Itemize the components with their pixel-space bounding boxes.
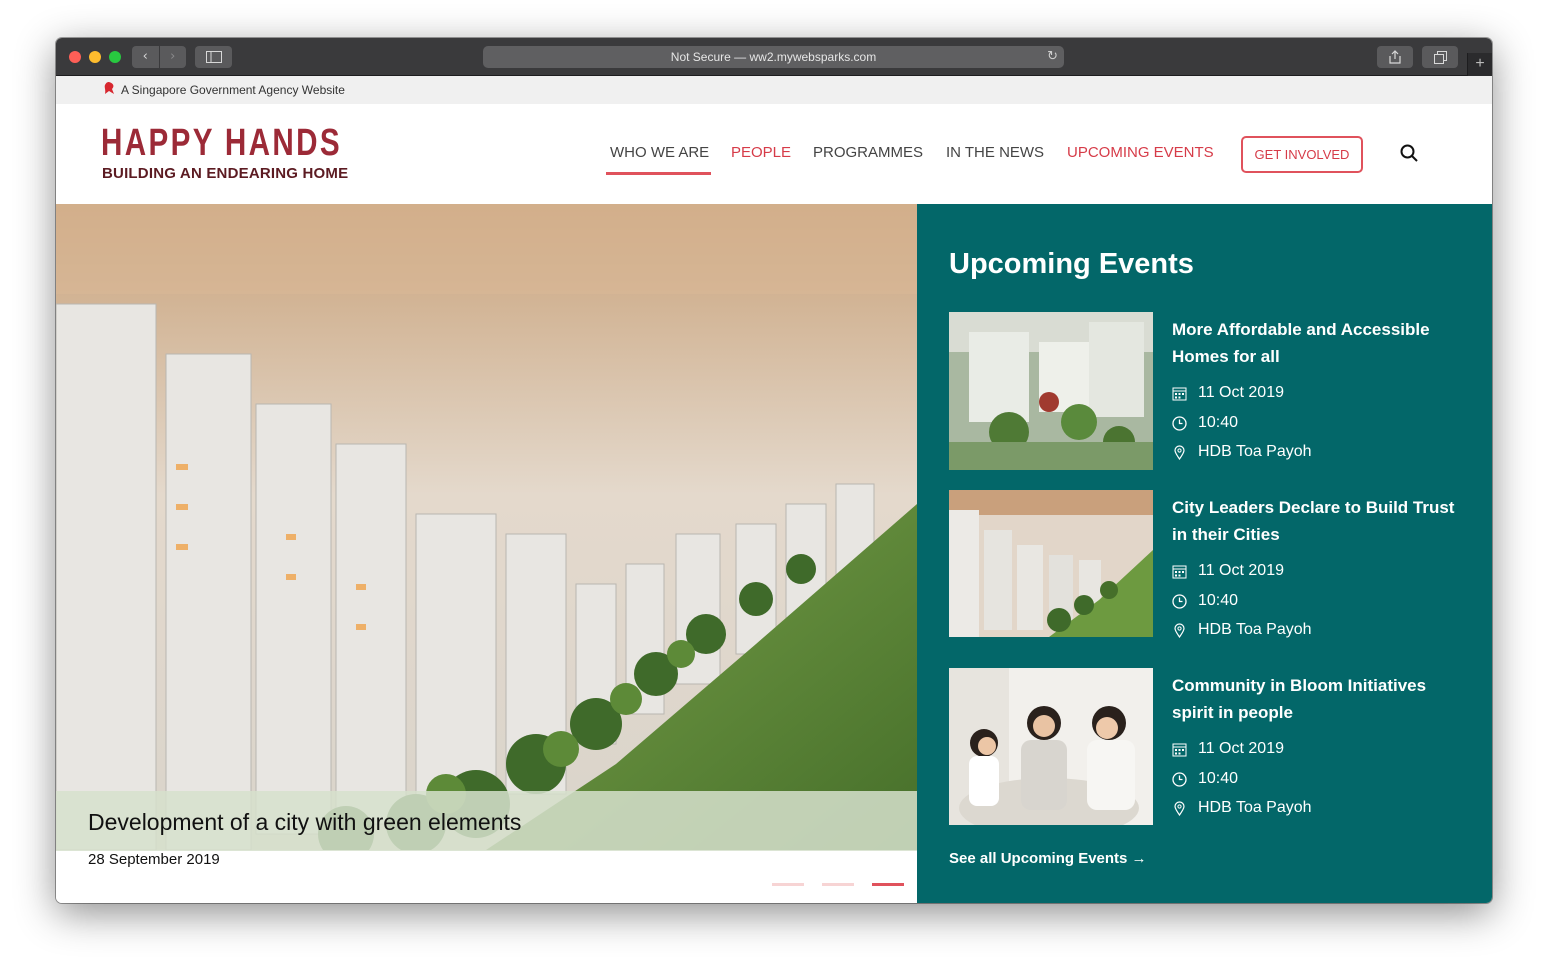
event-date: 11 Oct 2019 bbox=[1172, 384, 1284, 402]
close-window-button[interactable] bbox=[69, 51, 81, 63]
hero-title[interactable]: Development of a city with green element… bbox=[88, 809, 521, 836]
address-bar[interactable]: Not Secure — ww2.mywebsparks.com ↻ bbox=[483, 46, 1064, 68]
event-location: HDB Toa Payoh bbox=[1172, 799, 1312, 817]
event-location: HDB Toa Payoh bbox=[1172, 621, 1312, 639]
nav-who-we-are[interactable]: WHO WE ARE bbox=[610, 144, 709, 161]
event-time-text: 10:40 bbox=[1198, 770, 1239, 787]
event-date-text: 11 Oct 2019 bbox=[1198, 562, 1284, 579]
logo-title[interactable]: HAPPY HANDS bbox=[101, 122, 342, 165]
browser-window: ‹ › Not Secure — ww2.mywebsparks.com ↻ +… bbox=[56, 38, 1492, 903]
share-button[interactable] bbox=[1377, 46, 1413, 68]
event-time: 10:40 bbox=[1172, 414, 1238, 432]
browser-titlebar: ‹ › Not Secure — ww2.mywebsparks.com ↻ + bbox=[56, 38, 1492, 76]
forward-button[interactable]: › bbox=[158, 46, 187, 68]
hero-carousel[interactable]: Development of a city with green element… bbox=[56, 204, 917, 903]
hero-date: 28 September 2019 bbox=[88, 851, 220, 868]
gov-banner: A Singapore Government Agency Website bbox=[56, 76, 1492, 104]
nav-in-the-news[interactable]: IN THE NEWS bbox=[946, 144, 1044, 161]
event-card[interactable]: More Affordable and Accessible Homes for… bbox=[949, 312, 1469, 472]
event-location-text: HDB Toa Payoh bbox=[1198, 443, 1312, 460]
event-thumbnail bbox=[949, 312, 1153, 470]
event-time-text: 10:40 bbox=[1198, 414, 1239, 431]
event-title[interactable]: More Affordable and Accessible Homes for… bbox=[1172, 316, 1462, 370]
calendar-icon bbox=[1172, 565, 1187, 578]
back-button[interactable]: ‹ bbox=[132, 46, 159, 68]
carousel-dot-2[interactable] bbox=[822, 883, 854, 886]
event-date: 11 Oct 2019 bbox=[1172, 562, 1284, 580]
nav-programmes[interactable]: PROGRAMMES bbox=[813, 144, 923, 161]
maximize-window-button[interactable] bbox=[109, 51, 121, 63]
tab-overview-button[interactable] bbox=[1422, 46, 1458, 68]
event-time: 10:40 bbox=[1172, 592, 1238, 610]
reload-icon[interactable]: ↻ bbox=[1047, 46, 1058, 68]
history-nav: ‹ › bbox=[132, 46, 186, 68]
location-pin-icon bbox=[1174, 800, 1185, 816]
new-tab-button[interactable]: + bbox=[1467, 53, 1492, 76]
nav-active-indicator bbox=[606, 172, 711, 175]
site-header: HAPPY HANDS BUILDING AN ENDEARING HOME W… bbox=[56, 104, 1492, 204]
event-time: 10:40 bbox=[1172, 770, 1238, 788]
see-all-events-link[interactable]: See all Upcoming Events → bbox=[949, 850, 1147, 867]
get-involved-button[interactable]: GET INVOLVED bbox=[1241, 136, 1363, 173]
url-text: Not Secure — ww2.mywebsparks.com bbox=[670, 50, 877, 64]
logo-tagline: BUILDING AN ENDEARING HOME bbox=[102, 165, 349, 182]
singapore-lion-icon bbox=[104, 82, 114, 94]
nav-upcoming-events[interactable]: UPCOMING EVENTS bbox=[1067, 144, 1214, 161]
event-date-text: 11 Oct 2019 bbox=[1198, 740, 1284, 757]
event-title[interactable]: Community in Bloom Initiatives spirit in… bbox=[1172, 672, 1462, 726]
event-date: 11 Oct 2019 bbox=[1172, 740, 1284, 758]
event-date-text: 11 Oct 2019 bbox=[1198, 384, 1284, 401]
nav-people[interactable]: PEOPLE bbox=[731, 144, 791, 161]
clock-icon bbox=[1172, 771, 1187, 787]
calendar-icon bbox=[1172, 387, 1187, 400]
event-title[interactable]: City Leaders Declare to Build Trust in t… bbox=[1172, 494, 1462, 548]
tabs-icon bbox=[1433, 50, 1447, 64]
event-thumbnail bbox=[949, 490, 1153, 637]
share-icon bbox=[1389, 50, 1401, 64]
clock-icon bbox=[1172, 593, 1187, 609]
location-pin-icon bbox=[1174, 444, 1185, 460]
event-time-text: 10:40 bbox=[1198, 592, 1239, 609]
event-thumbnail bbox=[949, 668, 1153, 825]
gov-banner-text: A Singapore Government Agency Website bbox=[121, 83, 345, 97]
calendar-icon bbox=[1172, 743, 1187, 756]
events-heading: Upcoming Events bbox=[949, 248, 1194, 280]
event-location: HDB Toa Payoh bbox=[1172, 443, 1312, 461]
carousel-dot-3[interactable] bbox=[872, 883, 904, 886]
event-location-text: HDB Toa Payoh bbox=[1198, 621, 1312, 638]
event-card[interactable]: Community in Bloom Initiatives spirit in… bbox=[949, 668, 1469, 828]
upcoming-events-panel: Upcoming Events More Affordable and Acce… bbox=[917, 204, 1492, 903]
sidebar-toggle-button[interactable] bbox=[195, 46, 232, 68]
event-card[interactable]: City Leaders Declare to Build Trust in t… bbox=[949, 490, 1469, 650]
sidebar-icon bbox=[205, 51, 222, 63]
event-location-text: HDB Toa Payoh bbox=[1198, 799, 1312, 816]
search-icon[interactable] bbox=[1400, 144, 1418, 162]
hero-image bbox=[56, 204, 917, 850]
carousel-dot-1[interactable] bbox=[772, 883, 804, 886]
hero-caption-bar: Development of a city with green element… bbox=[56, 791, 917, 851]
clock-icon bbox=[1172, 415, 1187, 431]
minimize-window-button[interactable] bbox=[89, 51, 101, 63]
location-pin-icon bbox=[1174, 622, 1185, 638]
